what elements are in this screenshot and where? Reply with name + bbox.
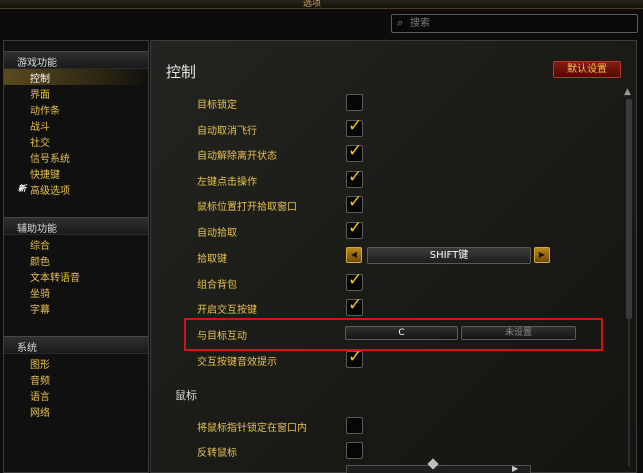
triangle-left-icon: ◀ — [350, 250, 358, 259]
scroll-thumb[interactable] — [626, 99, 632, 319]
sidebar-item-ping-system[interactable]: 信号系统 — [4, 149, 148, 165]
setting-label-auto-loot: 自动拾取 — [197, 228, 237, 239]
setting-label-combined-bags: 组合背包 — [197, 280, 237, 291]
loot-key-next-button[interactable]: ▶ — [534, 247, 550, 263]
sidebar-item-general[interactable]: 综合 — [4, 236, 148, 252]
checkbox-loot-under-mouse[interactable]: ✓ — [346, 192, 363, 213]
checkmark-icon: ✓ — [348, 192, 363, 212]
page-title: 控制 — [166, 63, 197, 81]
checkbox-interact-key-sound[interactable]: ✓ — [346, 347, 363, 368]
highlight-box — [184, 318, 603, 351]
sidebar-section-header-system: 系统 — [4, 336, 148, 354]
sidebar-item-colors[interactable]: 颜色 — [4, 252, 148, 268]
category-sidebar: 游戏功能 控制 界面 动作条 战斗 社交 信号系统 快捷键 新 高级选项 辅助功… — [3, 40, 149, 473]
window-title-bar: 选项 — [0, 0, 643, 9]
scrollbar[interactable]: ▲ — [624, 87, 634, 472]
checkmark-icon: ✓ — [348, 347, 363, 367]
slider-right-arrow-icon[interactable]: ▶ — [512, 464, 518, 473]
setting-label-auto-clear-afk: 自动解除离开状态 — [197, 151, 277, 162]
checkmark-icon: ✓ — [348, 141, 363, 161]
checkbox-combined-bags[interactable]: ✓ — [346, 270, 363, 291]
checkbox-auto-clear-afk[interactable]: ✓ — [346, 141, 363, 162]
setting-label-left-click-action: 左键点击操作 — [197, 177, 257, 188]
setting-label-loot-key: 拾取键 — [197, 254, 227, 265]
setting-label-auto-dismount-flying: 自动取消飞行 — [197, 126, 257, 137]
checkbox-invert-mouse[interactable] — [346, 442, 363, 459]
sidebar-item-action-bars[interactable]: 动作条 — [4, 101, 148, 117]
triangle-right-icon: ▶ — [538, 250, 546, 259]
setting-label-lock-cursor-to-window: 将鼠标指针锁定在窗口内 — [197, 423, 307, 434]
checkbox-auto-dismount-flying[interactable]: ✓ — [346, 116, 363, 137]
setting-label-invert-mouse: 反转鼠标 — [197, 448, 237, 459]
checkbox-target-lock[interactable] — [346, 94, 363, 111]
loot-key-dropdown[interactable]: SHIFT键 — [367, 247, 531, 264]
sidebar-item-controls[interactable]: 控制 — [4, 69, 148, 85]
checkmark-icon: ✓ — [348, 295, 363, 315]
sidebar-section-header-gameplay: 游戏功能 — [4, 51, 148, 69]
checkmark-icon: ✓ — [348, 116, 363, 136]
sidebar-item-graphics[interactable]: 图形 — [4, 355, 148, 371]
checkmark-icon: ✓ — [348, 218, 363, 238]
window-title: 选项 — [303, 0, 322, 9]
sidebar-section-header-accessibility: 辅助功能 — [4, 217, 148, 235]
sidebar-item-advanced[interactable]: 新 高级选项 — [4, 181, 148, 197]
defaults-button[interactable]: 默认设置 — [553, 61, 621, 78]
triangle-up-icon[interactable]: ▲ — [624, 87, 631, 97]
sidebar-item-audio[interactable]: 音频 — [4, 371, 148, 387]
setting-label-interact-key-sound: 交互按键音效提示 — [197, 357, 277, 368]
search-icon: ⌕ — [397, 16, 404, 29]
sidebar-item-combat[interactable]: 战斗 — [4, 117, 148, 133]
mouse-sensitivity-slider[interactable] — [346, 465, 531, 473]
checkbox-enable-interact-key[interactable]: ✓ — [346, 295, 363, 316]
section-header-mouse: 鼠标 — [175, 389, 197, 402]
sidebar-item-mounts[interactable]: 坐骑 — [4, 284, 148, 300]
loot-key-prev-button[interactable]: ◀ — [346, 247, 362, 263]
sidebar-item-keybindings[interactable]: 快捷键 — [4, 165, 148, 181]
checkmark-icon: ✓ — [348, 167, 363, 187]
checkbox-lock-cursor-to-window[interactable] — [346, 417, 363, 434]
search-bar[interactable]: ⌕ — [391, 14, 638, 33]
sidebar-item-text-to-speech[interactable]: 文本转语音 — [4, 268, 148, 284]
checkbox-auto-loot[interactable]: ✓ — [346, 218, 363, 239]
settings-panel: 控制 默认设置 目标锁定 自动取消飞行 ✓ 自动解除离开状态 ✓ 左键点击操作 … — [150, 40, 637, 473]
sidebar-item-interface[interactable]: 界面 — [4, 85, 148, 101]
setting-label-loot-under-mouse: 鼠标位置打开拾取窗口 — [197, 202, 297, 213]
checkmark-icon: ✓ — [348, 270, 363, 290]
checkbox-left-click-action[interactable]: ✓ — [346, 167, 363, 188]
setting-label-target-lock: 目标锁定 — [197, 100, 237, 111]
setting-label-enable-interact-key: 开启交互按键 — [197, 305, 257, 316]
sidebar-item-social[interactable]: 社交 — [4, 133, 148, 149]
new-badge: 新 — [18, 184, 26, 193]
sidebar-item-subtitles[interactable]: 字幕 — [4, 300, 148, 316]
search-input[interactable] — [410, 16, 610, 30]
sidebar-item-language[interactable]: 语言 — [4, 387, 148, 403]
sidebar-item-network[interactable]: 网络 — [4, 403, 148, 419]
